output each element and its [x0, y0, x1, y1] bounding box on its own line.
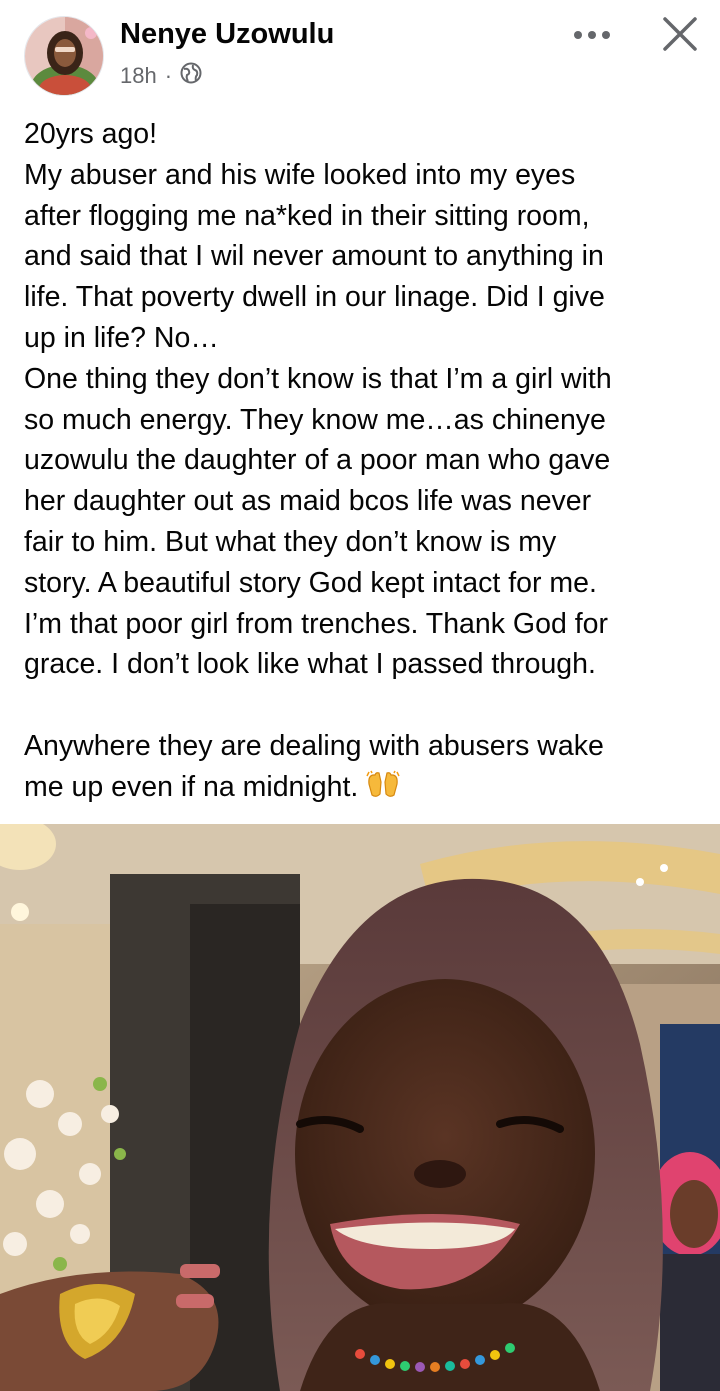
- post-text-blank-line: [24, 685, 704, 726]
- post-text-line: up in life? No…: [24, 321, 219, 354]
- close-icon: [663, 17, 697, 51]
- post-text-line: life. That poverty dwell in our linage. …: [24, 281, 605, 314]
- post-text-line: so much energy. They know me…as chinenye: [24, 403, 606, 436]
- author-name[interactable]: Nenye Uzowulu: [120, 18, 334, 51]
- more-dots-icon: [574, 31, 610, 39]
- raising-hands-emoji: [366, 770, 400, 812]
- post-text-line: and said that I wil never amount to anyt…: [24, 240, 604, 273]
- post-text-line: after flogging me na*ked in their sittin…: [24, 199, 590, 232]
- close-button[interactable]: [656, 10, 704, 58]
- post-text-line: 20yrs ago!: [24, 118, 158, 150]
- post-text: 20yrs ago! My abuser and his wife looked…: [24, 114, 704, 812]
- post-text-line: One thing they don’t know is that I’m a …: [24, 362, 612, 395]
- post-header: Nenye Uzowulu 18h ·: [0, 0, 720, 110]
- post-text-line: grace. I don’t look like what I passed t…: [24, 648, 596, 681]
- post-photo[interactable]: [0, 824, 720, 1391]
- meta-separator: ·: [164, 63, 173, 88]
- post-text-line: uzowulu the daughter of a poor man who g…: [24, 444, 611, 477]
- post-meta: 18h ·: [120, 62, 202, 90]
- author-avatar[interactable]: [24, 16, 104, 96]
- post-text-line: Anywhere they are dealing with abusers w…: [24, 729, 604, 762]
- post-text-line: story. A beautiful story God kept intact…: [24, 566, 597, 599]
- post-text-last-line: me up even if na midnight.: [24, 767, 704, 812]
- post-text-line: I’m that poor girl from trenches. Thank …: [24, 607, 608, 640]
- post-text-line: fair to him. But what they don’t know is…: [24, 525, 557, 558]
- post-text-line: My abuser and his wife looked into my ey…: [24, 158, 576, 191]
- globe-icon[interactable]: [180, 62, 202, 90]
- more-options-button[interactable]: [566, 18, 618, 52]
- post-text-line: her daughter out as maid bcos life was n…: [24, 485, 592, 518]
- avatar-image: [25, 17, 103, 95]
- photo-image: [0, 824, 720, 1391]
- post-text-line: me up even if na midnight.: [24, 770, 367, 803]
- post-time[interactable]: 18h: [120, 63, 157, 89]
